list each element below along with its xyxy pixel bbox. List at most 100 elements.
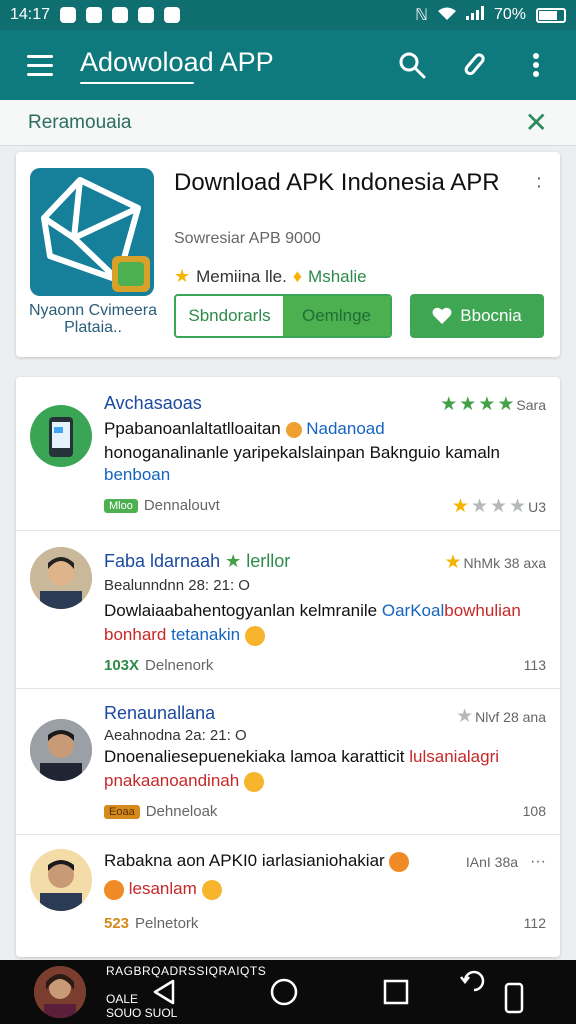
star-icon: ★ <box>459 394 477 415</box>
star-icon: ★ <box>225 551 242 571</box>
segmented-control: Sbndorarls Oemlnge <box>174 294 392 338</box>
star-icon: ★ <box>444 552 462 573</box>
review-rating-text: IAnI 38a <box>465 854 519 870</box>
review-meta-text[interactable]: Delnenork <box>145 657 213 674</box>
review-text-highlight: Nadanoad <box>306 419 385 438</box>
battery-percent: 70% <box>493 6 526 23</box>
review-item[interactable]: Rabakna aon APKI0 iarlasianiohakiar IAnI… <box>16 835 560 957</box>
review-count: 112 <box>523 915 546 931</box>
emoji-icon <box>243 771 264 792</box>
review-mini-rating: ★ ★ ★ ★ U3 <box>452 495 546 518</box>
review-meta-text[interactable]: Dehneloak <box>146 803 218 820</box>
link-button[interactable] <box>458 49 490 81</box>
wifi-icon <box>437 7 456 24</box>
review-tag: 523 <box>104 915 130 932</box>
review-meta: 523 Pelnetork <box>104 915 198 932</box>
home-button[interactable] <box>266 974 302 1010</box>
back-icon <box>153 979 175 1005</box>
review-text-line: Rabakna aon APKI0 iarlasianiohakiar <box>104 851 410 872</box>
developer-name[interactable]: Nyaonn Cvimeera Plataia.. <box>26 302 160 336</box>
review-text-highlight: bonhard <box>104 625 167 644</box>
image-icon <box>86 7 103 23</box>
heart-icon <box>432 307 452 324</box>
status-time: 14:17 <box>10 6 51 23</box>
review-text-line: Ppabanoanlaltatlloaitan Nadanoad <box>104 419 385 439</box>
review-date: Aeahnodna 2a: 21: O <box>104 727 247 744</box>
star-icon: ★ <box>509 496 527 517</box>
review-rating-text: Sara <box>516 396 546 413</box>
review-rating: ★ ★ ★ ★ Sara <box>440 393 546 416</box>
review-item[interactable]: Avchasaoas ★ ★ ★ ★ Sara Ppabanoanlaltatl… <box>16 377 560 531</box>
review-item[interactable]: Faba ldarnaah ★ lerllor ★ NhMk 38 axa Be… <box>16 531 560 689</box>
app-bar: Adowoload APP <box>0 30 576 100</box>
star-icon: ★ <box>470 496 488 517</box>
avatar <box>30 547 92 609</box>
app-rating: ★ Memiina lle. ♦ Mshalie <box>174 266 367 287</box>
reviewer-name: Avchasaoas <box>104 393 202 413</box>
segment-right-button[interactable]: Oemlnge <box>283 296 390 336</box>
app-card: Nyaonn Cvimeera Plataia.. Download APK I… <box>16 152 560 357</box>
review-text-line: Dowlaiaabahentogyanlan kelmranile OarKoa… <box>104 601 521 621</box>
rotate-icon <box>460 970 485 992</box>
review-text-line: benboan <box>104 465 171 484</box>
review-meta: 103X Delnenork <box>104 657 213 674</box>
star-icon: ★ <box>497 394 515 415</box>
home-icon <box>270 978 298 1006</box>
review-text-highlight: bowhulian <box>444 601 521 620</box>
install-button[interactable]: Bbocnia <box>410 294 544 338</box>
screen-button[interactable] <box>496 980 532 1016</box>
segment-left-button[interactable]: Sbndorarls <box>176 296 283 336</box>
recents-button[interactable] <box>378 974 414 1010</box>
review-text-highlight: OarKoal <box>381 601 445 620</box>
review-text-line: bonhard tetanakin <box>104 625 265 646</box>
review-rating-text: Nlvf 28 ana <box>475 708 546 725</box>
rating-text: Memiina lle. <box>196 266 287 286</box>
review-text-highlight: lulsanialagri <box>409 747 500 766</box>
more-vert-icon[interactable]: · · <box>534 168 544 196</box>
emoji-icon <box>104 879 124 900</box>
review-meta: Mloo Dennalouvt <box>104 497 220 514</box>
pin-icon: ♦ <box>292 266 303 286</box>
star-icon: ★ <box>478 394 496 415</box>
review-text-line: honoganalinanle yaripekalslainpan Bakngu… <box>104 443 501 462</box>
review-meta-text[interactable]: Pelnetork <box>135 915 198 932</box>
star-icon: ★ <box>456 706 474 727</box>
app-name: Download APK Indonesia APR <box>174 169 500 196</box>
emoji-icon <box>285 421 302 438</box>
avatar <box>30 849 92 911</box>
review-rating: IAnI 38a ··· <box>466 853 546 871</box>
review-count: U3 <box>528 498 546 515</box>
settings-icon <box>138 7 155 23</box>
phone-rotate-icon <box>504 982 524 1014</box>
review-meta-text[interactable]: Dennalouvt <box>144 497 220 514</box>
link-icon <box>464 53 485 76</box>
notification-icon <box>60 7 77 23</box>
star-icon: ★ <box>440 394 458 415</box>
app-icon <box>30 168 154 296</box>
emoji-icon <box>389 851 410 872</box>
install-button-label: Bbocnia <box>460 306 522 325</box>
review-text-line: lesanlam <box>104 879 222 900</box>
status-bar: 14:17 ℕ 70% <box>0 0 576 30</box>
search-button[interactable] <box>396 49 428 81</box>
recents-icon <box>383 979 409 1005</box>
review-tag: Mloo <box>104 498 138 513</box>
review-count: 113 <box>523 657 546 673</box>
search-icon <box>399 52 426 79</box>
review-text-line: Dnoenaliesepuenekiaka lamoa karatticit l… <box>104 747 499 767</box>
reviewer-badge: lerllor <box>246 551 291 571</box>
gallery-icon <box>112 7 129 23</box>
review-date: Bealunndnn 28: 21: O <box>104 577 250 594</box>
star-icon: ★ <box>174 266 191 286</box>
overflow-menu-button[interactable] <box>520 49 552 81</box>
review-text-line: pnakaanoandinah <box>104 771 264 792</box>
back-button[interactable] <box>146 974 182 1010</box>
menu-button[interactable] <box>0 30 80 100</box>
more-horiz-icon[interactable]: ··· <box>530 853 546 871</box>
rotate-button[interactable] <box>456 964 492 1000</box>
close-icon[interactable]: ✕ <box>525 108 548 137</box>
review-item[interactable]: Renaunallana ★ Nlvf 28 ana Aeahnodna 2a:… <box>16 689 560 835</box>
review-text: Rabakna aon APKI0 iarlasianiohakiar <box>104 851 385 870</box>
avatar <box>30 719 92 781</box>
emoji-icon <box>244 625 265 646</box>
